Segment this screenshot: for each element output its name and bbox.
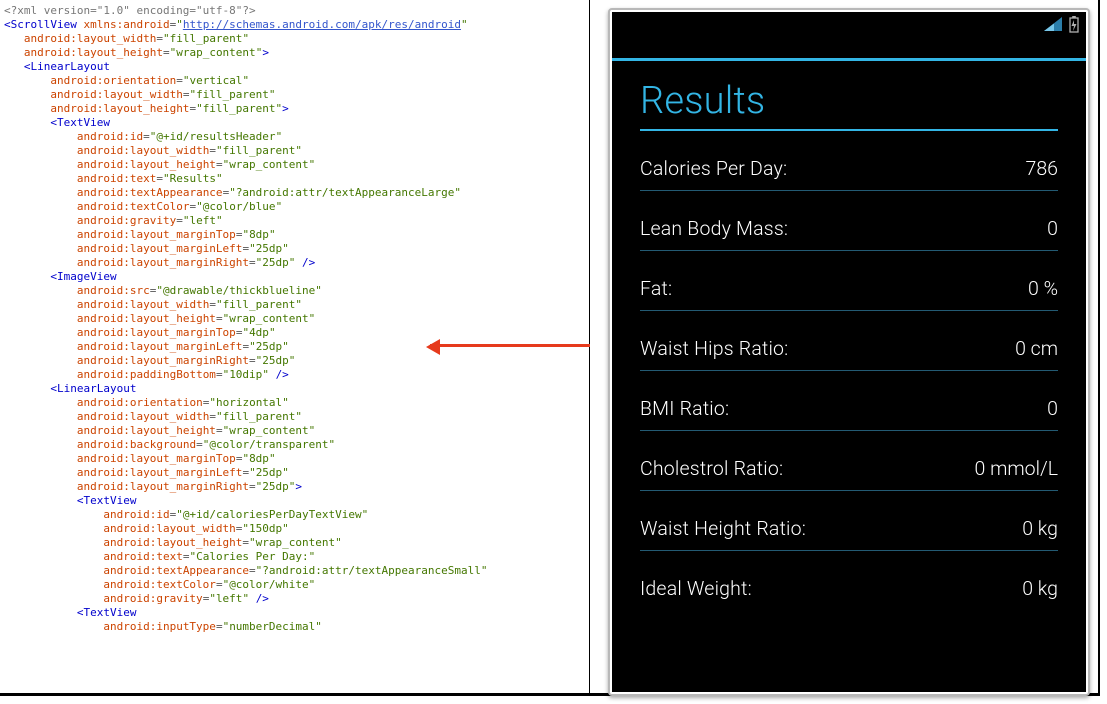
- row-value: 0: [1047, 397, 1058, 420]
- result-row: Fat: 0 %: [640, 277, 1058, 300]
- row-divider: [640, 430, 1058, 431]
- row-label: Lean Body Mass:: [640, 217, 788, 240]
- row-label: Fat:: [640, 277, 672, 300]
- row-divider: [640, 250, 1058, 251]
- arrow-icon: [430, 344, 590, 347]
- result-row: Waist Hips Ratio: 0 cm: [640, 337, 1058, 360]
- row-label: Calories Per Day:: [640, 157, 787, 180]
- split-container: <?xml version="1.0" encoding="utf-8"?> <…: [0, 0, 1100, 696]
- row-divider: [640, 490, 1058, 491]
- row-label: BMI Ratio:: [640, 397, 729, 420]
- phone-shell: Results Calories Per Day: 786 Lean Body Ma…: [600, 0, 1098, 693]
- result-row: Cholestrol Ratio: 0 mmol/L: [640, 457, 1058, 480]
- thick-blue-divider: [612, 58, 1086, 61]
- result-row: Calories Per Day: 786: [640, 157, 1058, 180]
- row-divider: [640, 190, 1058, 191]
- app-content[interactable]: Results Calories Per Day: 786 Lean Body Ma…: [612, 36, 1086, 692]
- row-label: Ideal Weight:: [640, 577, 752, 600]
- row-value: 786: [1026, 157, 1058, 180]
- arrow-wrap: [590, 0, 600, 693]
- result-row: Lean Body Mass: 0: [640, 217, 1058, 240]
- result-row: Waist Height Ratio: 0 kg: [640, 517, 1058, 540]
- row-value: 0 kg: [1022, 517, 1058, 540]
- row-value: 0 kg: [1022, 577, 1058, 600]
- row-label: Cholestrol Ratio:: [640, 457, 783, 480]
- row-divider: [640, 550, 1058, 551]
- xml-declaration: <?xml version="1.0" encoding="utf-8"?>: [4, 4, 256, 17]
- result-row: Ideal Weight: 0 kg: [640, 577, 1058, 600]
- signal-icon: [1042, 15, 1064, 33]
- row-divider: [640, 370, 1058, 371]
- row-value: 0: [1047, 217, 1058, 240]
- row-label: Waist Hips Ratio:: [640, 337, 788, 360]
- phone-frame: Results Calories Per Day: 786 Lean Body Ma…: [608, 8, 1090, 696]
- row-divider: [640, 310, 1058, 311]
- status-bar: [612, 12, 1086, 36]
- results-header: Results: [640, 79, 1058, 123]
- battery-icon: [1068, 15, 1080, 33]
- row-label: Waist Height Ratio:: [640, 517, 806, 540]
- result-row: BMI Ratio: 0: [640, 397, 1058, 420]
- row-value: 0 mmol/L: [975, 457, 1059, 480]
- row-value: 0 cm: [1015, 337, 1058, 360]
- row-value: 0 %: [1028, 277, 1058, 300]
- phone-screen: Results Calories Per Day: 786 Lean Body Ma…: [612, 12, 1086, 692]
- header-underline: [640, 129, 1058, 131]
